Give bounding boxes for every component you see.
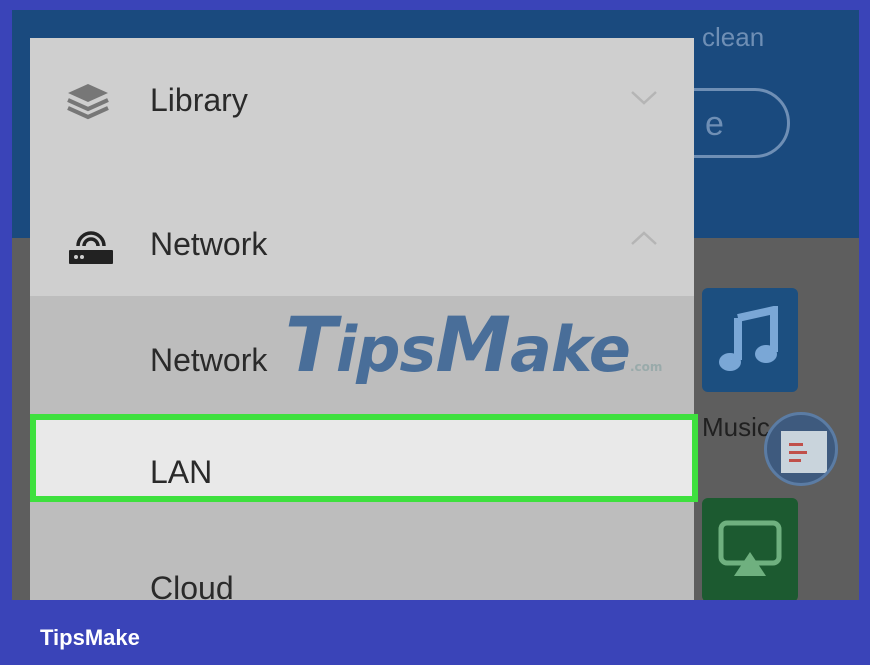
chevron-down-icon[interactable] [630,90,658,106]
background-pill-text: e [705,105,724,143]
background-partial-text: clean [702,22,765,52]
drawer-item-label: Library [150,82,248,118]
music-note-icon [719,306,778,371]
router-icon [69,231,113,264]
decoration-line [789,459,801,462]
drawer-item-label: Network [150,226,268,262]
watermark-logo: TipsMake.com [285,300,663,389]
floating-action-button[interactable] [764,412,838,486]
submenu-item-cloud[interactable]: Cloud [30,538,694,600]
chevron-up-icon[interactable] [630,230,658,246]
drawer-item-library[interactable]: Library [30,38,694,158]
brand-footer: TipsMake [40,625,140,650]
submenu-item-label: LAN [150,454,213,490]
music-label: Music [702,412,770,442]
submenu-item-label: Network [150,342,268,378]
layers-icon [67,84,109,120]
submenu-item-lan[interactable]: LAN [30,414,698,502]
airplay-tile[interactable] [702,498,798,600]
decoration-line [789,443,803,446]
decoration-line [789,451,807,454]
submenu-item-label: Cloud [150,570,234,600]
airplay-icon [718,520,782,576]
drawer-item-network[interactable]: Network [30,188,694,308]
music-tile[interactable] [702,288,798,392]
